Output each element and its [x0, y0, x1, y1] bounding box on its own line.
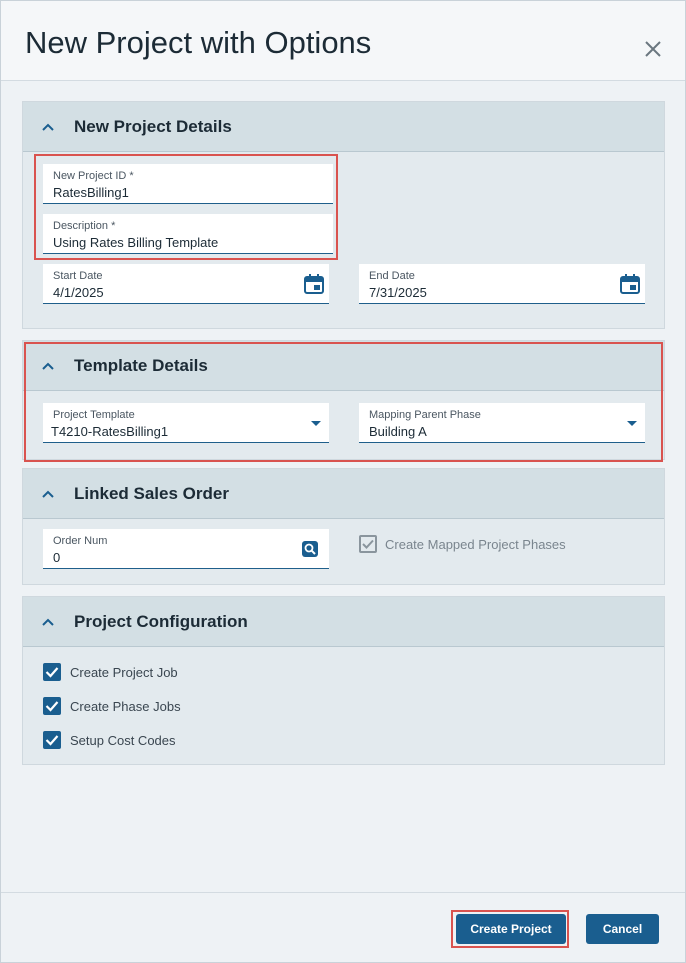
create-mapped-phases-checkbox[interactable]: [359, 535, 377, 553]
panel-linked-sales-order: Linked Sales Order Order Num 0 Create Ma…: [22, 468, 665, 585]
panel-template-details: Template Details Project Template T4210-…: [22, 340, 665, 460]
checkmark-icon: [45, 667, 59, 678]
chevron-up-icon[interactable]: [41, 359, 55, 373]
panel-header-details[interactable]: New Project Details: [23, 102, 664, 152]
dropdown-arrow-icon[interactable]: [305, 412, 327, 434]
project-id-label: New Project ID *: [53, 170, 134, 182]
start-date-label: Start Date: [53, 270, 103, 282]
checkmark-icon: [362, 539, 374, 549]
description-value: Using Rates Billing Template: [53, 235, 219, 250]
order-num-value: 0: [53, 550, 61, 565]
create-project-job-label: Create Project Job: [70, 665, 178, 680]
project-template-select[interactable]: Project Template T4210-RatesBilling1: [43, 403, 329, 443]
end-date-field[interactable]: End Date 7/31/2025: [359, 264, 645, 304]
panel-header-template[interactable]: Template Details: [23, 341, 664, 391]
panel-title-sales-order: Linked Sales Order: [74, 484, 229, 503]
order-num-field[interactable]: Order Num 0: [43, 529, 329, 569]
project-id-field[interactable]: New Project ID * RatesBilling1: [43, 164, 333, 204]
dropdown-arrow-icon[interactable]: [621, 412, 643, 434]
create-project-job-checkbox[interactable]: [43, 663, 61, 681]
panel-new-project-details: New Project Details New Project ID * Rat…: [22, 101, 665, 329]
chevron-up-icon[interactable]: [41, 120, 55, 134]
mapping-parent-phase-select[interactable]: Mapping Parent Phase Building A: [359, 403, 645, 443]
project-id-value: RatesBilling1: [53, 185, 129, 200]
create-phase-jobs-checkbox[interactable]: [43, 697, 61, 715]
start-date-value: 4/1/2025: [53, 285, 104, 300]
calendar-icon[interactable]: [303, 273, 325, 295]
new-project-dialog: New Project with Options New Project Det…: [0, 0, 686, 963]
create-project-button[interactable]: Create Project: [456, 914, 566, 944]
end-date-label: End Date: [369, 270, 415, 282]
end-date-value: 7/31/2025: [369, 285, 427, 300]
dialog-footer: Create Project Cancel: [1, 892, 685, 962]
create-mapped-phases-label: Create Mapped Project Phases: [385, 537, 566, 552]
panel-header-sales-order[interactable]: Linked Sales Order: [23, 469, 664, 519]
checkmark-icon: [45, 701, 59, 712]
create-phase-jobs-label: Create Phase Jobs: [70, 699, 181, 714]
panel-project-configuration: Project Configuration Create Project Job…: [22, 596, 665, 765]
cancel-button[interactable]: Cancel: [586, 914, 659, 944]
mapping-parent-phase-label: Mapping Parent Phase: [369, 409, 481, 421]
mapping-parent-phase-value: Building A: [369, 424, 427, 439]
panel-title-details: New Project Details: [74, 117, 232, 136]
checkmark-icon: [45, 735, 59, 746]
chevron-up-icon[interactable]: [41, 487, 55, 501]
project-template-value: T4210-RatesBilling1: [51, 424, 169, 439]
panel-title-configuration: Project Configuration: [74, 612, 248, 631]
description-field[interactable]: Description * Using Rates Billing Templa…: [43, 214, 333, 254]
chevron-up-icon[interactable]: [41, 615, 55, 629]
project-template-label: Project Template: [53, 409, 135, 421]
calendar-icon[interactable]: [619, 273, 641, 295]
panel-header-configuration[interactable]: Project Configuration: [23, 597, 664, 647]
dialog-title: New Project with Options: [25, 25, 372, 60]
start-date-field[interactable]: Start Date 4/1/2025: [43, 264, 329, 304]
panel-title-template: Template Details: [74, 356, 208, 375]
dialog-body: New Project Details New Project ID * Rat…: [1, 82, 685, 892]
description-label: Description *: [53, 220, 116, 232]
setup-cost-codes-checkbox[interactable]: [43, 731, 61, 749]
close-icon[interactable]: [641, 37, 665, 61]
dialog-header: New Project with Options: [1, 1, 685, 81]
order-num-label: Order Num: [53, 535, 108, 547]
setup-cost-codes-label: Setup Cost Codes: [70, 733, 176, 748]
search-icon[interactable]: [299, 538, 321, 560]
